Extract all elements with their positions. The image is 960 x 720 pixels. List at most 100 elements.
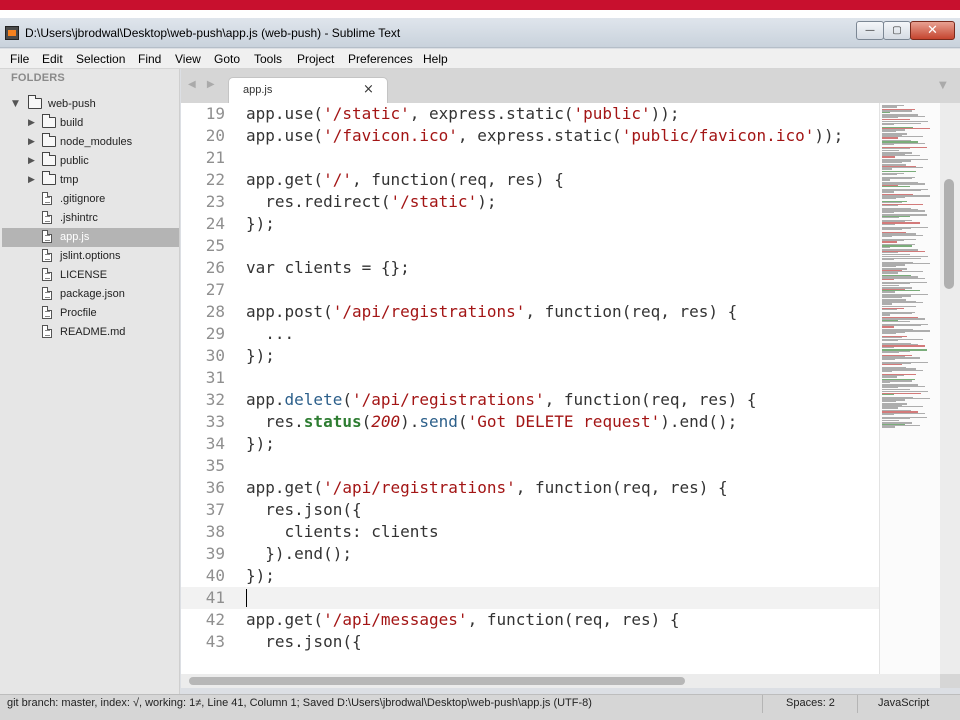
code-line[interactable]: 20 app.use('/favicon.ico', express.static… [181,125,879,147]
status-indentation[interactable]: Spaces: 2 [786,697,835,709]
sidebar-item-build[interactable]: ▶ build [2,114,179,133]
sidebar-item-gitignore[interactable]: .gitignore [2,190,179,209]
tab-app-js[interactable]: app.js × [228,77,388,103]
code-line[interactable]: 34}); [181,433,879,455]
code-token: '/static' [390,192,478,211]
sidebar-item-license[interactable]: LICENSE [2,266,179,285]
maximize-button[interactable]: ▢ [883,21,911,40]
code-line[interactable]: 30}); [181,345,879,367]
code-line[interactable]: 38 clients: clients [181,521,879,543]
status-divider [762,695,763,713]
code-token: app. [246,390,285,409]
code-token: app.get( [246,610,324,629]
code-token: '/api/registrations' [351,390,545,409]
code-line[interactable]: 23 res.redirect('/static'); [181,191,879,213]
menu-preferences[interactable]: Preferences [348,52,413,66]
sublime-app-icon [5,26,19,40]
sidebar-item-package-json[interactable]: package.json [2,285,179,304]
code-line[interactable]: 41 [181,587,879,609]
line-number: 33 [205,412,225,431]
code-text: }).end(); [246,543,352,565]
code-line[interactable]: 42 app.get('/api/messages', function(req,… [181,609,879,631]
sidebar-item-procfile[interactable]: Procfile [2,304,179,323]
code-editor[interactable]: 19 app.use('/static', express.static('pub… [181,103,879,674]
sidebar-item-label: tmp [60,174,79,186]
code-line[interactable]: 24}); [181,213,879,235]
code-token: }); [246,214,275,233]
minimap[interactable] [879,103,940,674]
code-token: clients: clients [246,522,439,541]
code-line[interactable]: 22 app.get('/', function(req, res) { [181,169,879,191]
tab-overflow-icon[interactable]: ▼ [939,80,947,91]
chevron-right-icon[interactable]: ▶ [28,152,35,171]
code-token: app.use( [246,104,324,123]
menu-view[interactable]: View [175,52,201,66]
code-line[interactable]: 29 ... [181,323,879,345]
tab-close-icon[interactable]: × [363,82,374,97]
minimap-line [882,407,898,409]
minimap-line [882,149,899,151]
minimap-line [882,303,892,305]
code-line[interactable]: 31 [181,367,879,389]
code-line[interactable]: 39 }).end(); [181,543,879,565]
minimize-button[interactable]: — [856,21,884,40]
menu-tools[interactable]: Tools [254,52,282,66]
line-number: 36 [205,478,225,497]
code-text: app.post('/api/registrations', function(… [246,301,737,323]
code-line[interactable]: 40}); [181,565,879,587]
line-number: 35 [205,456,225,475]
code-token: }); [246,566,275,585]
chevron-right-icon[interactable]: ▶ [28,171,35,190]
minimap-line [882,393,894,396]
menu-file[interactable]: File [10,52,29,66]
chevron-down-icon[interactable]: ▼ [12,95,19,114]
code-line[interactable]: 35 [181,455,879,477]
minimap-line [882,339,898,342]
sidebar-item-readme-md[interactable]: README.md [2,323,179,342]
menu-project[interactable]: Project [297,52,334,66]
status-syntax[interactable]: JavaScript [878,697,929,709]
code-line[interactable]: 43 res.json({ [181,631,879,653]
code-line[interactable]: 33 res.status(200).send('Got DELETE requ… [181,411,879,433]
sidebar-item-jslint-options[interactable]: jslint.options [2,247,179,266]
code-line[interactable]: 25 [181,235,879,257]
line-number: 31 [205,368,225,387]
code-line[interactable]: 28 app.post('/api/registrations', functio… [181,301,879,323]
sidebar-item-public[interactable]: ▶ public [2,152,179,171]
horizontal-scroll-thumb[interactable] [189,677,685,685]
vertical-scroll-thumb[interactable] [944,179,954,289]
chevron-right-icon[interactable]: ▶ [28,114,35,133]
code-line[interactable]: 27 [181,279,879,301]
sidebar-item-label: app.js [60,231,90,243]
horizontal-scrollbar[interactable] [181,674,940,688]
minimap-line [882,217,899,219]
title-bar[interactable]: D:\Users\jbrodwal\Desktop\web-push\app.j… [0,18,960,48]
code-line[interactable]: 19 app.use('/static', express.static('pub… [181,103,879,125]
minimap-line [882,381,890,384]
folders-header: FOLDERS [11,72,65,84]
line-number: 22 [205,170,225,189]
vertical-scrollbar[interactable] [940,103,960,674]
menu-goto[interactable]: Goto [214,52,240,66]
sidebar-item-tmp[interactable]: ▶ tmp [2,171,179,190]
close-button[interactable]: ✕ [910,21,955,40]
minimap-line [882,364,902,366]
menu-selection[interactable]: Selection [76,52,125,66]
code-line[interactable]: 37 res.json({ [181,499,879,521]
code-token: delete [284,390,343,409]
menu-help[interactable]: Help [423,52,448,66]
chevron-right-icon[interactable]: ▶ [28,133,35,152]
menu-find[interactable]: Find [138,52,161,66]
code-line[interactable]: 36 app.get('/api/registrations', function… [181,477,879,499]
tab-nav-arrows-icon[interactable]: ◀ ▶ [188,79,219,90]
code-line[interactable]: 21 [181,147,879,169]
code-line[interactable]: 32 app.delete('/api/registrations', funct… [181,389,879,411]
sidebar-item-node-modules[interactable]: ▶ node_modules [2,133,179,152]
minimap-line [882,223,895,226]
sidebar-item-app-js[interactable]: app.js [2,228,179,247]
code-token: '/api/registrations' [332,302,526,321]
code-line[interactable]: 26 var clients = {}; [181,257,879,279]
sidebar-root-folder[interactable]: ▼ web-push [2,95,179,114]
menu-edit[interactable]: Edit [42,52,63,66]
sidebar-item-jshintrc[interactable]: .jshintrc [2,209,179,228]
